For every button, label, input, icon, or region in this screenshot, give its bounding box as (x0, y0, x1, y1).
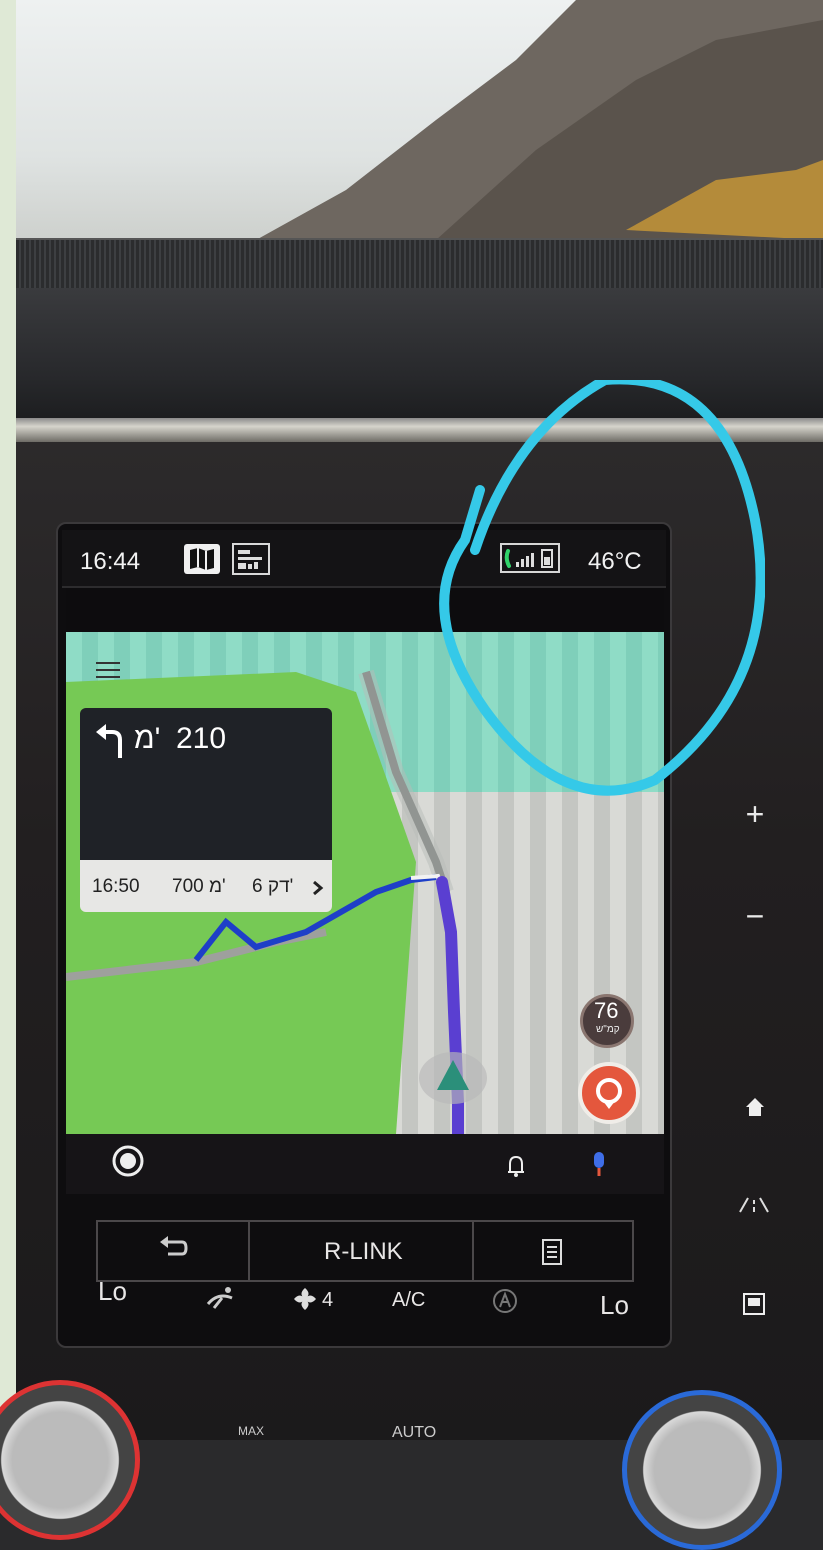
airflow-icon[interactable] (204, 1284, 238, 1310)
eta-minutes: 6 דק' (252, 876, 294, 897)
distance-value: 210 (176, 722, 227, 755)
bell-icon[interactable] (506, 1154, 526, 1178)
status-time: 16:44 (80, 548, 141, 575)
report-pin-icon (596, 1078, 622, 1109)
left-temperature[interactable]: Lo (98, 1276, 127, 1307)
dashboard-speaker-grille (16, 238, 823, 290)
fan-icon[interactable] (292, 1286, 318, 1312)
media-icon[interactable] (232, 543, 270, 575)
bottom-toolbar (66, 1134, 664, 1194)
mountain-scenery (256, 0, 823, 240)
zoom-out-button[interactable]: − (735, 898, 775, 935)
eta-time: 16:50 (92, 876, 140, 897)
distance-unit: מ' (134, 722, 161, 755)
list-icon[interactable] (540, 1238, 564, 1266)
speed-unit: קמ"ש (596, 1024, 620, 1035)
current-speed: 76 (594, 998, 619, 1023)
max-defrost-label[interactable]: MAX (238, 1424, 264, 1438)
turn-left-arrow-icon (96, 724, 122, 758)
screen-icon[interactable] (742, 1292, 766, 1316)
home-icon[interactable] (744, 1096, 766, 1118)
climate-divider (248, 1222, 250, 1280)
auto-button[interactable]: AUTO (392, 1424, 436, 1442)
hamburger-icon[interactable] (96, 662, 120, 680)
right-climate-knob[interactable] (622, 1390, 782, 1550)
road-icon[interactable] (738, 1196, 770, 1214)
map-icon[interactable] (184, 544, 220, 574)
climate-divider (472, 1222, 474, 1280)
right-temperature[interactable]: Lo (600, 1290, 629, 1321)
annotation-circle (439, 380, 765, 796)
r-link-label[interactable]: R-LINK (324, 1238, 403, 1266)
auto-ac-icon[interactable] (492, 1288, 518, 1314)
eta-distance: 700 מ' (172, 876, 226, 897)
back-arrow-icon[interactable] (158, 1236, 188, 1260)
ac-button[interactable]: A/C (392, 1289, 425, 1312)
left-edge-strip (0, 0, 16, 1440)
record-icon[interactable] (112, 1145, 144, 1177)
fan-level: 4 (322, 1289, 334, 1311)
chevron-right-icon[interactable] (312, 880, 324, 896)
microphone-icon[interactable] (588, 1150, 610, 1180)
